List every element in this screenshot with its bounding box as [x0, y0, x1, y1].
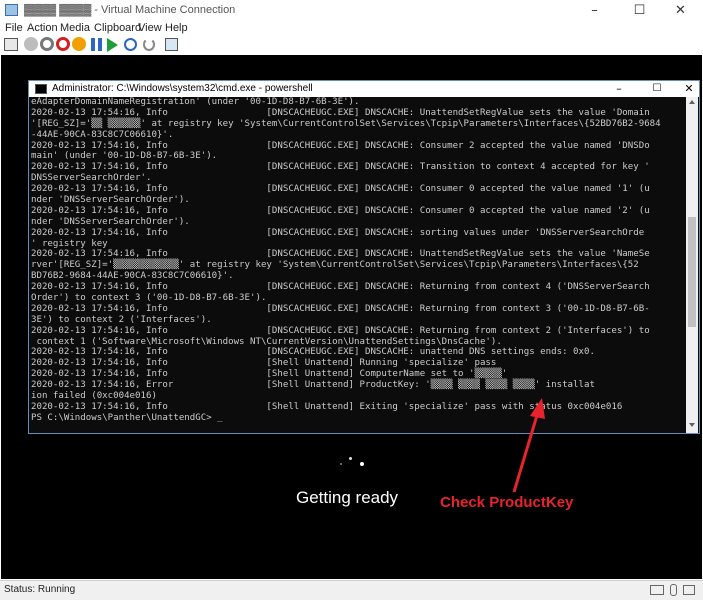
console-line: 2020-02-13 17:54:16, Info [DNSCACHEUGC.E… [31, 227, 645, 238]
console-line: DNSServerSearchOrder'. [31, 173, 152, 184]
loading-spinner-icon [340, 455, 370, 475]
minimize-button[interactable]: – [572, 0, 617, 21]
scroll-up-icon[interactable] [689, 100, 695, 104]
console-line: 2020-02-13 17:54:16, Info [DNSCACHEUGC.E… [31, 205, 650, 216]
console-line: nder 'DNSServerSearchOrder'). [31, 216, 190, 227]
console-line: rver'[REG_SZ]='▒▒▒▒▒▒▒▒▒▒▒▒' at registry… [31, 260, 639, 271]
console-line: 2020-02-13 17:54:16, Info [Shell Unatten… [31, 369, 508, 380]
menu-media[interactable]: Media [60, 22, 90, 34]
cmd-close-button[interactable]: ✕ [679, 81, 699, 97]
console-line: 2020-02-13 17:54:16, Info [DNSCACHEUGC.E… [31, 140, 650, 151]
console-line: ' registry key [31, 238, 108, 249]
maximize-button[interactable]: ☐ [617, 0, 662, 21]
console-line: eAdapterDomainNameRegistration' (under '… [31, 97, 360, 107]
console-line: 2020-02-13 17:54:16, Info [Shell Unatten… [31, 358, 497, 369]
lock-icon [683, 585, 695, 595]
console-output[interactable]: eAdapterDomainNameRegistration' (under '… [31, 97, 686, 431]
console-line: context 1 ('Software\Microsoft\Windows N… [31, 336, 502, 347]
cmd-window[interactable]: Administrator: C:\Windows\system32\cmd.e… [28, 80, 700, 434]
console-line: 2020-02-13 17:54:16, Info [DNSCACHEUGC.E… [31, 303, 650, 314]
annotation-label: Check ProductKey [440, 494, 574, 511]
window-title: ▓▓▓▓ ▓▓▓▓ - Virtual Machine Connection [24, 4, 236, 16]
revert-icon[interactable] [143, 38, 155, 51]
start-icon[interactable] [24, 37, 38, 51]
cmd-icon [35, 84, 47, 94]
status-bar [0, 580, 703, 600]
console-line: 2020-02-13 17:54:16, Info [DNSCACHEUGC.E… [31, 282, 650, 293]
console-line: 2020-02-13 17:54:16, Info [DNSCACHEUGC.E… [31, 249, 650, 260]
console-line: 2020-02-13 17:54:16, Info [DNSCACHEUGC.E… [31, 325, 650, 336]
cmd-titlebar[interactable]: Administrator: C:\Windows\system32\cmd.e… [29, 81, 699, 97]
getting-ready-text: Getting ready [296, 488, 399, 507]
scroll-thumb[interactable] [688, 217, 696, 327]
console-line: -44AE-90CA-83C8C7C06610}'. [31, 129, 174, 140]
menu-file[interactable]: File [5, 22, 23, 34]
menu-view[interactable]: View [138, 22, 162, 34]
reset-icon[interactable] [124, 38, 137, 51]
turn-off-icon[interactable] [40, 37, 54, 51]
annotation-arrow-icon [512, 398, 545, 493]
console-line: 2020-02-13 17:54:16, Info [Shell Unatten… [31, 401, 623, 412]
console-line: 2020-02-13 17:54:16, Error [Shell Unatte… [31, 380, 595, 391]
ctrl-alt-del-icon[interactable] [4, 38, 18, 51]
console-line: 2020-02-13 17:54:16, Info [DNSCACHEUGC.E… [31, 347, 595, 358]
console-line: nder 'DNSServerSearchOrder'). [31, 195, 190, 206]
menu-help[interactable]: Help [165, 22, 188, 34]
console-line: '[REG_SZ]='▒▒ ▒▒▒▒▒▒' at registry key 'S… [31, 118, 661, 129]
cmd-minimize-button[interactable]: – [609, 81, 629, 97]
menu-bar: File Action Media Clipboard View Help [0, 21, 703, 36]
window-titlebar[interactable]: ▓▓▓▓ ▓▓▓▓ - Virtual Machine Connection –… [0, 0, 703, 21]
cmd-title: Administrator: C:\Windows\system32\cmd.e… [52, 83, 313, 94]
scroll-down-icon[interactable] [689, 423, 695, 427]
cmd-maximize-button[interactable]: ☐ [647, 81, 667, 97]
cmd-scrollbar[interactable] [686, 97, 698, 433]
console-line: BD76B2-9684-44AE-90CA-83C8C7C06610}'. [31, 271, 234, 282]
vm-connection-app-icon [5, 4, 18, 16]
mouse-icon [670, 584, 677, 596]
shutdown-icon[interactable] [56, 37, 70, 51]
menu-clipboard[interactable]: Clipboard [94, 22, 141, 34]
console-line: 2020-02-13 17:54:16, Info [DNSCACHEUGC.E… [31, 107, 650, 118]
console-line: ion failed (0xc004e016) [31, 391, 157, 402]
console-line: Order') to context 3 ('00-1D-D8-B7-6B-3E… [31, 293, 267, 304]
menu-action[interactable]: Action [27, 22, 58, 34]
status-text: Status: Running [4, 584, 76, 595]
enhanced-session-icon[interactable] [165, 38, 178, 51]
console-line: 2020-02-13 17:54:16, Info [DNSCACHEUGC.E… [31, 162, 650, 173]
console-line: 2020-02-13 17:54:16, Info [DNSCACHEUGC.E… [31, 184, 650, 195]
close-button[interactable]: ✕ [658, 0, 703, 21]
resume-icon[interactable] [107, 38, 118, 52]
toolbar [0, 36, 703, 54]
save-state-icon[interactable] [72, 37, 86, 51]
console-line: 3E') to context 2 ('Interfaces'). [31, 314, 212, 325]
pause-icon[interactable] [91, 38, 102, 51]
keyboard-icon [650, 585, 664, 595]
console-line: main' (under '00-1D-D8-B7-6B-3E'). [31, 151, 218, 162]
console-line: PS C:\Windows\Panther\UnattendGC> _ [31, 412, 223, 423]
